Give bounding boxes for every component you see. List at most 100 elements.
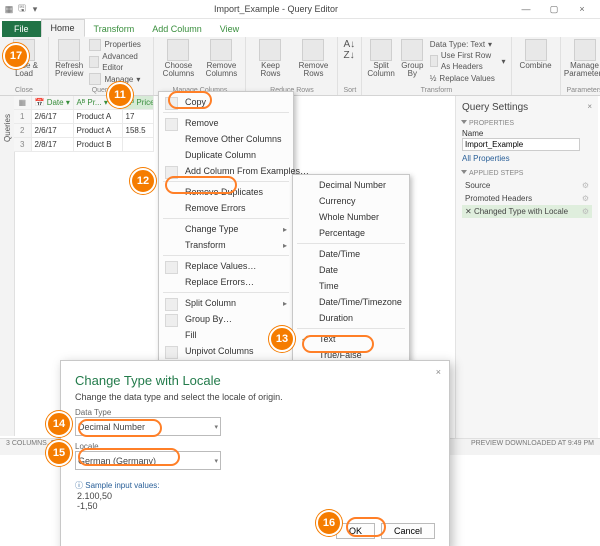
sample-value-2: -1,50: [77, 501, 435, 511]
ribbon: Close & LoadClose Refresh Preview Proper…: [0, 37, 600, 96]
table-row[interactable]: 32/8/17Product B: [14, 138, 154, 152]
type-duration[interactable]: Duration: [293, 310, 409, 326]
maximize-button[interactable]: ▢: [540, 4, 568, 15]
data-grid: ▦ 📅 Date ▾ Aᴮ Pr... ▾ Aᴮ Price 12/6/17Pr…: [14, 96, 154, 152]
dialog-close-icon[interactable]: ×: [436, 367, 441, 377]
quick-access: ▦ 🖫 ▾: [4, 4, 40, 14]
type-currency[interactable]: Currency: [293, 193, 409, 209]
split-column-button[interactable]: Split Column: [367, 39, 395, 79]
title-bar: ▦ 🖫 ▾ Import_Example - Query Editor — ▢ …: [0, 0, 600, 19]
settings-title: Query Settings: [462, 102, 592, 113]
ctx-change-type[interactable]: Change Type▸: [159, 221, 293, 237]
type-text[interactable]: ✓Text: [293, 331, 409, 347]
ctx-remove-errors[interactable]: Remove Errors: [159, 200, 293, 216]
step-source[interactable]: Source⚙: [462, 179, 592, 192]
group-transform: Transform: [367, 87, 505, 94]
callout-16: 16: [316, 510, 342, 536]
window-title: Import_Example - Query Editor: [40, 4, 512, 14]
ok-button[interactable]: OK: [336, 523, 375, 539]
ctx-replace-values[interactable]: Replace Values…: [159, 258, 293, 274]
change-type-locale-dialog: × Change Type with Locale Change the dat…: [60, 360, 450, 546]
ctx-copy[interactable]: Copy: [159, 94, 293, 110]
ctx-remove-other[interactable]: Remove Other Columns: [159, 131, 293, 147]
ribbon-tabs: File Home Transform Add Column View: [0, 19, 600, 37]
tab-transform[interactable]: Transform: [85, 21, 144, 37]
sort-asc-icon[interactable]: A↓: [343, 39, 355, 50]
sample-value-1: 2.100,50: [77, 491, 435, 501]
group-query: Query: [54, 87, 148, 94]
advanced-editor-button[interactable]: Advanced Editor: [89, 51, 148, 73]
name-label: Name: [462, 129, 592, 138]
data-type-label: Data Type: [75, 408, 435, 417]
ctx-remove-duplicates[interactable]: Remove Duplicates: [159, 184, 293, 200]
callout-12: 12: [130, 168, 156, 194]
ctx-transform[interactable]: Transform▸: [159, 237, 293, 253]
all-properties-link[interactable]: All Properties: [462, 154, 510, 163]
type-datetime-tz[interactable]: Date/Time/Timezone: [293, 294, 409, 310]
row-header: ▦: [14, 96, 32, 109]
table-row[interactable]: 22/6/17Product A158.5: [14, 124, 154, 138]
remove-columns-button[interactable]: Remove Columns: [202, 39, 240, 79]
type-decimal[interactable]: Decimal Number: [293, 177, 409, 193]
properties-section: PROPERTIES: [462, 119, 592, 127]
close-window-button[interactable]: ×: [568, 4, 596, 14]
type-percentage[interactable]: Percentage: [293, 225, 409, 241]
type-date[interactable]: Date: [293, 262, 409, 278]
applied-steps-section: APPLIED STEPS: [462, 169, 592, 177]
first-row-headers-button[interactable]: Use First Row As Headers ▾: [430, 50, 506, 72]
status-right: PREVIEW DOWNLOADED AT 9:49 PM: [471, 440, 594, 454]
dialog-subtitle: Change the data type and select the loca…: [75, 392, 435, 402]
group-sort: Sort: [343, 87, 356, 94]
callout-17: 17: [3, 43, 29, 69]
tab-home[interactable]: Home: [41, 19, 85, 37]
settings-close-icon[interactable]: ×: [587, 102, 592, 111]
minimize-button[interactable]: —: [512, 4, 540, 14]
save-icon[interactable]: 🖫: [17, 4, 27, 14]
locale-label: Locale: [75, 442, 435, 451]
ctx-replace-errors[interactable]: Replace Errors…: [159, 274, 293, 290]
dialog-title: Change Type with Locale: [75, 373, 435, 388]
ctx-remove[interactable]: Remove: [159, 115, 293, 131]
type-whole-number[interactable]: Whole Number: [293, 209, 409, 225]
group-by-button[interactable]: Group By: [400, 39, 425, 79]
choose-columns-button[interactable]: Choose Columns: [159, 39, 197, 79]
ctx-add-from-examples[interactable]: Add Column From Examples…: [159, 163, 293, 179]
combine-button[interactable]: Combine: [517, 39, 555, 70]
app-icon: ▦: [4, 4, 14, 14]
keep-rows-button[interactable]: Keep Rows: [251, 39, 289, 79]
tab-file[interactable]: File: [2, 21, 41, 37]
query-settings-pane: × Query Settings PROPERTIES Name All Pro…: [455, 96, 598, 438]
tab-view[interactable]: View: [211, 21, 248, 37]
group-params: Parameters: [566, 87, 600, 94]
refresh-preview-button[interactable]: Refresh Preview: [54, 39, 84, 79]
step-promoted-headers[interactable]: Promoted Headers⚙: [462, 192, 592, 205]
replace-values-button[interactable]: ½ Replace Values: [430, 73, 506, 84]
qat-dropdown-icon[interactable]: ▾: [30, 4, 40, 14]
sample-values-label: Sample input values:: [75, 480, 435, 491]
locale-combo[interactable]: German (Germany)▾: [75, 451, 221, 470]
callout-15: 15: [46, 440, 72, 466]
callout-13: 13: [269, 326, 295, 352]
data-type-button[interactable]: Data Type: Text ▾: [430, 39, 506, 50]
group-close: Close: [5, 87, 43, 94]
callout-14: 14: [46, 411, 72, 437]
sort-desc-icon[interactable]: Z↓: [343, 50, 355, 61]
ctx-group-by[interactable]: Group By…: [159, 311, 293, 327]
queries-rail[interactable]: Queries: [0, 96, 15, 436]
step-changed-type-locale[interactable]: ✕ Changed Type with Locale⚙: [462, 205, 592, 218]
type-time[interactable]: Time: [293, 278, 409, 294]
manage-params-button[interactable]: Manage Parameters: [566, 39, 600, 79]
ctx-duplicate[interactable]: Duplicate Column: [159, 147, 293, 163]
col-header-date[interactable]: 📅 Date ▾: [32, 96, 74, 109]
remove-rows-button[interactable]: Remove Rows: [294, 39, 332, 79]
group-combine: [517, 87, 555, 94]
data-type-combo[interactable]: Decimal Number▾: [75, 417, 221, 436]
type-datetime[interactable]: Date/Time: [293, 246, 409, 262]
table-row[interactable]: 12/6/17Product A17: [14, 110, 154, 124]
query-name-input[interactable]: [462, 138, 580, 151]
tab-add-column[interactable]: Add Column: [143, 21, 211, 37]
callout-11: 11: [107, 82, 133, 108]
properties-button[interactable]: Properties: [89, 39, 148, 51]
cancel-button[interactable]: Cancel: [381, 523, 435, 539]
ctx-split-column[interactable]: Split Column▸: [159, 295, 293, 311]
